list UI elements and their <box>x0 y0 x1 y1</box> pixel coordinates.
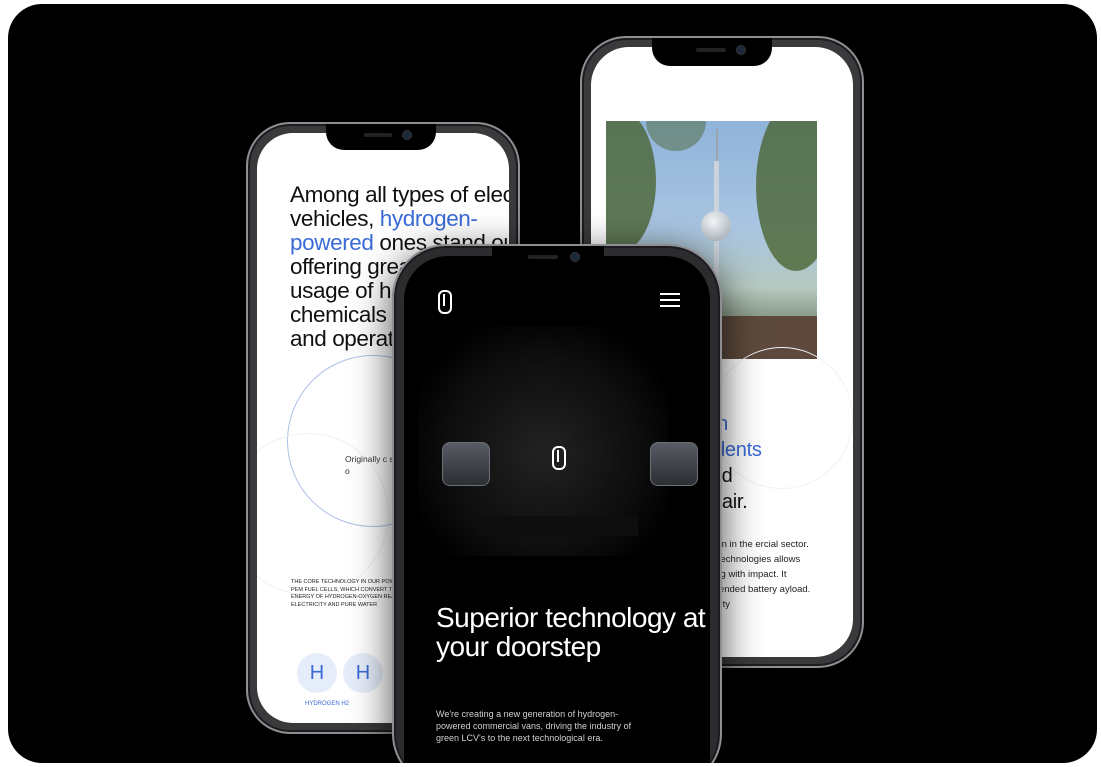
speaker <box>528 255 558 259</box>
van-headlight <box>442 442 490 486</box>
foliage <box>646 121 706 151</box>
notch <box>492 246 604 272</box>
van-bumper <box>478 516 638 536</box>
camera-icon <box>402 130 412 140</box>
phone-front-screen: Superior technology at your doorstep We'… <box>404 256 710 763</box>
camera-icon <box>736 45 746 55</box>
hero-title: Superior technology at your doorstep <box>436 602 706 662</box>
hydrogen-label: HYDROGEN H2 <box>305 701 350 707</box>
brand-logo-icon[interactable] <box>438 290 452 314</box>
van-headlight <box>650 442 698 486</box>
hydrogen-atom-icon: H <box>343 653 383 693</box>
camera-icon <box>570 252 580 262</box>
hero-subtitle: We're creating a new generation of hydro… <box>436 709 632 743</box>
speaker <box>364 133 392 137</box>
notch <box>326 124 436 150</box>
hamburger-menu-icon[interactable] <box>660 293 680 307</box>
phone-front: Superior technology at your doorstep We'… <box>392 244 722 763</box>
showcase-canvas: Among all types of electric vehicles, hy… <box>8 4 1097 763</box>
foliage <box>756 121 817 271</box>
tower-sphere <box>701 211 731 241</box>
speaker <box>696 48 726 52</box>
van-badge-icon <box>552 446 566 470</box>
foliage <box>606 121 656 251</box>
notch <box>652 38 772 66</box>
hydrogen-atom-icon: H <box>297 653 337 693</box>
